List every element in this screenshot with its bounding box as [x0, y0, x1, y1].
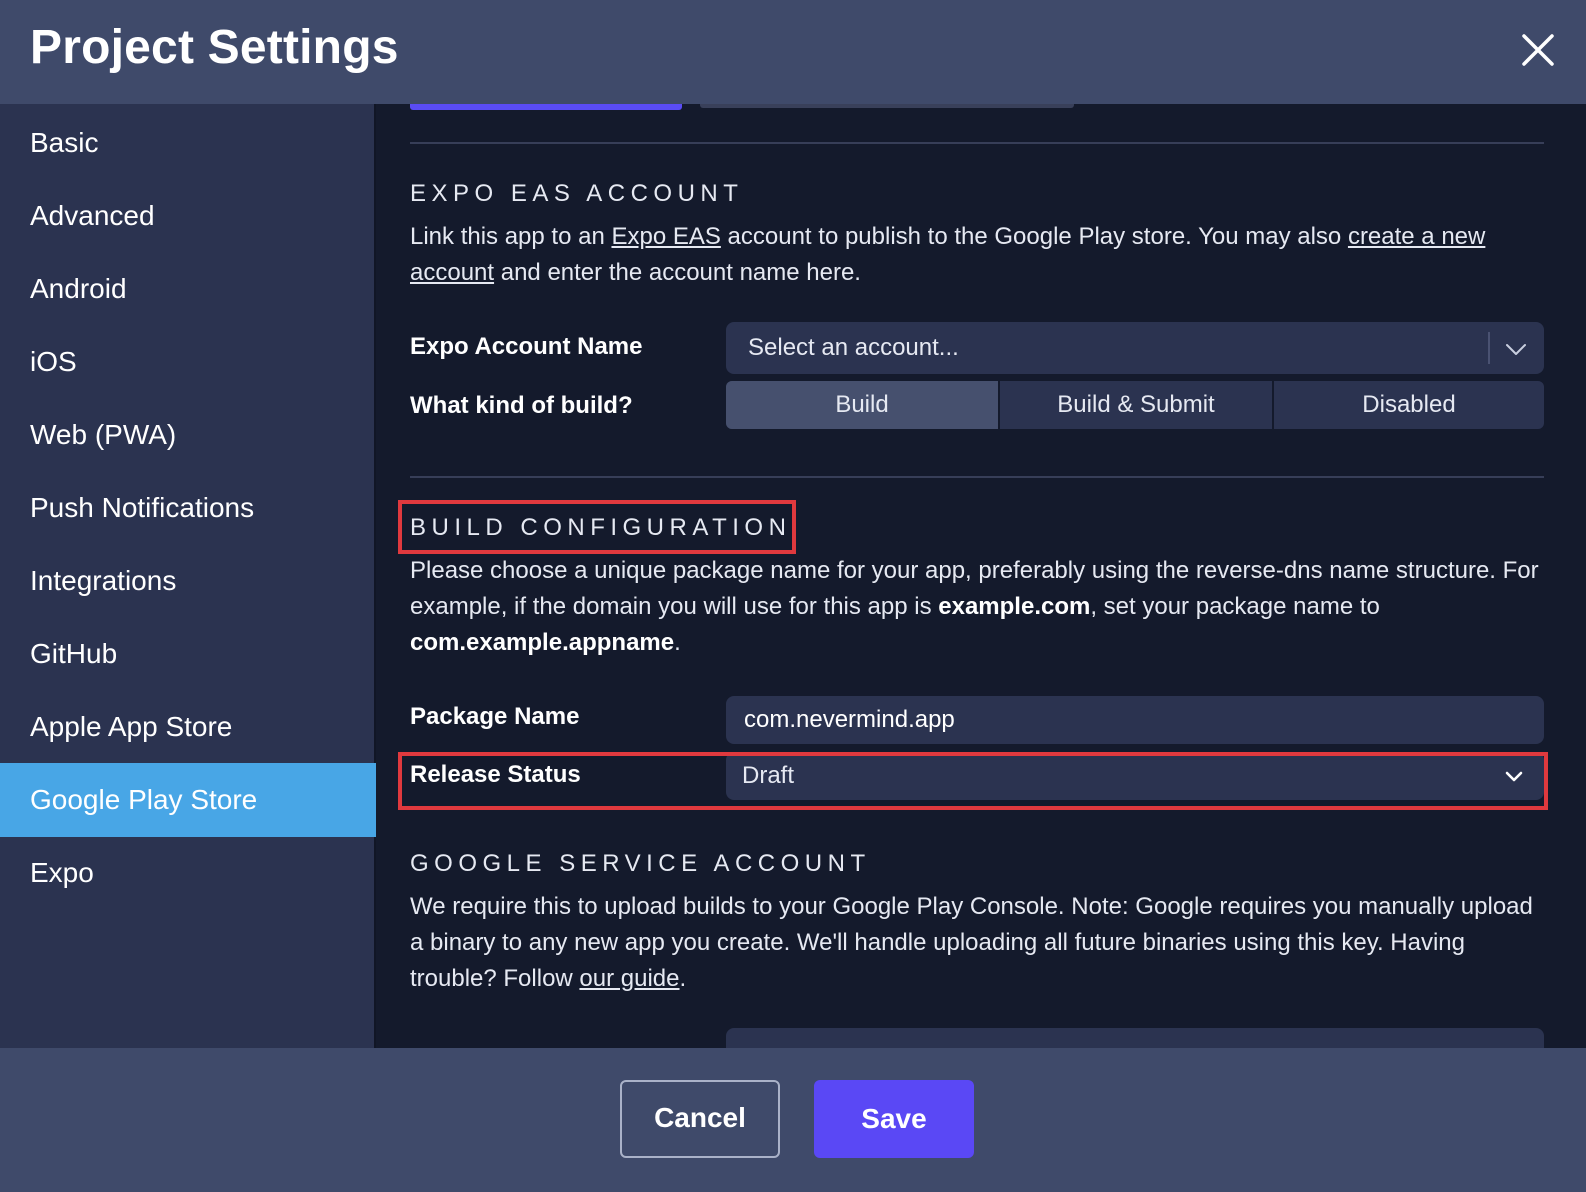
settings-content: EXPO EAS ACCOUNT Link this app to an Exp…	[378, 104, 1586, 1048]
cancel-button[interactable]: Cancel	[620, 1080, 780, 1158]
text: Link this app to an	[410, 223, 612, 250]
save-button[interactable]: Save	[814, 1080, 974, 1158]
build-option-disabled[interactable]: Disabled	[1274, 381, 1544, 429]
bold-text: example.com	[938, 593, 1091, 620]
divider	[410, 142, 1544, 144]
settings-sidebar: Basic Advanced Android iOS Web (PWA) Pus…	[0, 104, 376, 1048]
sidebar-item-apple-app-store[interactable]: Apple App Store	[0, 690, 376, 764]
sidebar-item-integrations[interactable]: Integrations	[0, 544, 376, 618]
section-title-expo-eas: EXPO EAS ACCOUNT	[410, 180, 744, 207]
section-title-google-service-account: GOOGLE SERVICE ACCOUNT	[410, 850, 871, 877]
divider	[410, 476, 1544, 478]
build-option-build-submit[interactable]: Build & Submit	[1000, 381, 1272, 429]
text: account to publish to the Google Play st…	[720, 223, 1348, 250]
package-name-input[interactable]: com.nevermind.app	[726, 696, 1544, 744]
build-config-description: Please choose a unique package name for …	[410, 553, 1550, 661]
service-account-field[interactable]	[726, 1028, 1544, 1048]
chevron-down-icon	[1506, 344, 1526, 355]
expo-account-name-label: Expo Account Name	[410, 333, 643, 360]
build-kind-segmented-control: Build Build & Submit Disabled	[726, 381, 1544, 429]
tab-indicator-active[interactable]	[410, 104, 682, 110]
sidebar-item-ios[interactable]: iOS	[0, 325, 376, 399]
page-title: Project Settings	[30, 21, 399, 74]
sidebar-item-android[interactable]: Android	[0, 252, 376, 326]
highlight-box	[398, 752, 1548, 810]
build-option-build[interactable]: Build	[726, 381, 998, 429]
text: .	[679, 965, 687, 992]
highlight-box	[398, 500, 796, 554]
sidebar-item-push-notifications[interactable]: Push Notifications	[0, 471, 376, 545]
dialog-footer: Cancel Save	[0, 1048, 1586, 1192]
select-separator	[1488, 332, 1490, 364]
sidebar-item-basic[interactable]: Basic	[0, 106, 376, 180]
dialog-header: Project Settings	[0, 0, 1586, 104]
tab-indicator[interactable]	[700, 104, 1074, 108]
text: .	[674, 629, 681, 656]
sidebar-item-expo[interactable]: Expo	[0, 836, 376, 910]
sidebar-item-web-pwa[interactable]: Web (PWA)	[0, 398, 376, 472]
text: , set your package name to	[1090, 593, 1380, 620]
expo-account-placeholder: Select an account...	[748, 334, 959, 361]
package-name-label: Package Name	[410, 703, 580, 730]
sidebar-item-google-play-store[interactable]: Google Play Store	[0, 763, 376, 837]
text: and enter the account name here.	[494, 259, 861, 286]
bold-text: com.example.appname	[410, 629, 675, 656]
sidebar-item-advanced[interactable]: Advanced	[0, 179, 376, 253]
expo-account-select[interactable]: Select an account...	[726, 322, 1544, 374]
close-icon	[1522, 34, 1554, 66]
expo-eas-link[interactable]: Expo EAS	[611, 223, 720, 250]
build-kind-label: What kind of build?	[410, 392, 633, 419]
our-guide-link[interactable]: our guide	[579, 965, 679, 992]
expo-eas-description: Link this app to an Expo EAS account to …	[410, 219, 1550, 291]
google-service-description: We require this to upload builds to your…	[410, 889, 1550, 997]
close-button[interactable]	[1516, 28, 1560, 72]
sidebar-item-github[interactable]: GitHub	[0, 617, 376, 691]
